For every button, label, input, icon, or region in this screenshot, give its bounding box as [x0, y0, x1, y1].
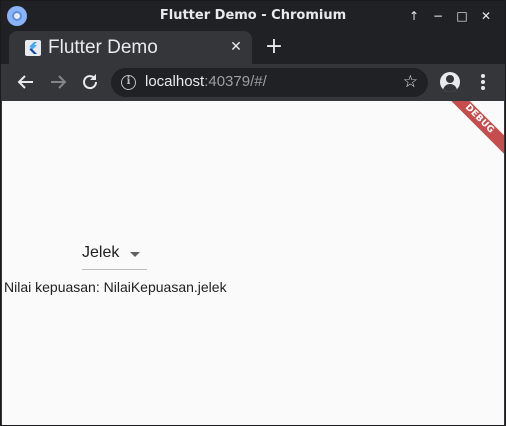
account-icon[interactable] — [440, 72, 460, 92]
satisfaction-dropdown[interactable]: Jelek — [82, 241, 147, 270]
close-window-button[interactable]: ✕ — [475, 7, 497, 25]
window-controls: ↑ − □ ✕ — [403, 7, 497, 25]
new-tab-button[interactable]: + — [263, 36, 285, 58]
tab-title: Flutter Demo — [48, 37, 158, 58]
close-icon[interactable]: ✕ — [228, 39, 244, 55]
keep-above-button[interactable]: ↑ — [403, 7, 425, 25]
flutter-icon — [25, 40, 41, 56]
reload-icon[interactable] — [79, 71, 101, 93]
arrow-forward-icon[interactable] — [47, 71, 69, 93]
address-bar[interactable]: i localhost:40379/#/ ☆ — [111, 68, 428, 97]
arrow-drop-down-icon — [130, 252, 140, 257]
more-vert-icon[interactable] — [473, 72, 493, 92]
url-text[interactable]: localhost:40379/#/ — [145, 73, 267, 90]
maximize-button[interactable]: □ — [451, 7, 473, 25]
tab-flutter-demo[interactable]: Flutter Demo ✕ — [9, 31, 252, 64]
arrow-back-icon[interactable] — [15, 71, 37, 93]
dropdown-value: Jelek — [82, 244, 120, 261]
browser-window: Flutter Demo - Chromium ↑ − □ ✕ Flutter … — [0, 0, 506, 426]
satisfaction-status-text: Nilai kepuasan: NilaiKepuasan.jelek — [4, 279, 227, 295]
tab-strip: Flutter Demo ✕ + — [1, 31, 505, 64]
page-content: DEBUG Jelek Nilai kepuasan: NilaiKepuasa… — [2, 101, 504, 425]
url-host: localhost — [145, 73, 205, 90]
minimize-button[interactable]: − — [427, 7, 449, 25]
title-bar: Flutter Demo - Chromium ↑ − □ ✕ — [1, 1, 505, 31]
info-icon[interactable]: i — [121, 75, 136, 90]
star-icon[interactable]: ☆ — [403, 72, 418, 92]
toolbar: i localhost:40379/#/ ☆ — [1, 64, 505, 101]
debug-banner: DEBUG — [435, 101, 504, 163]
url-path: :40379/#/ — [204, 73, 267, 90]
